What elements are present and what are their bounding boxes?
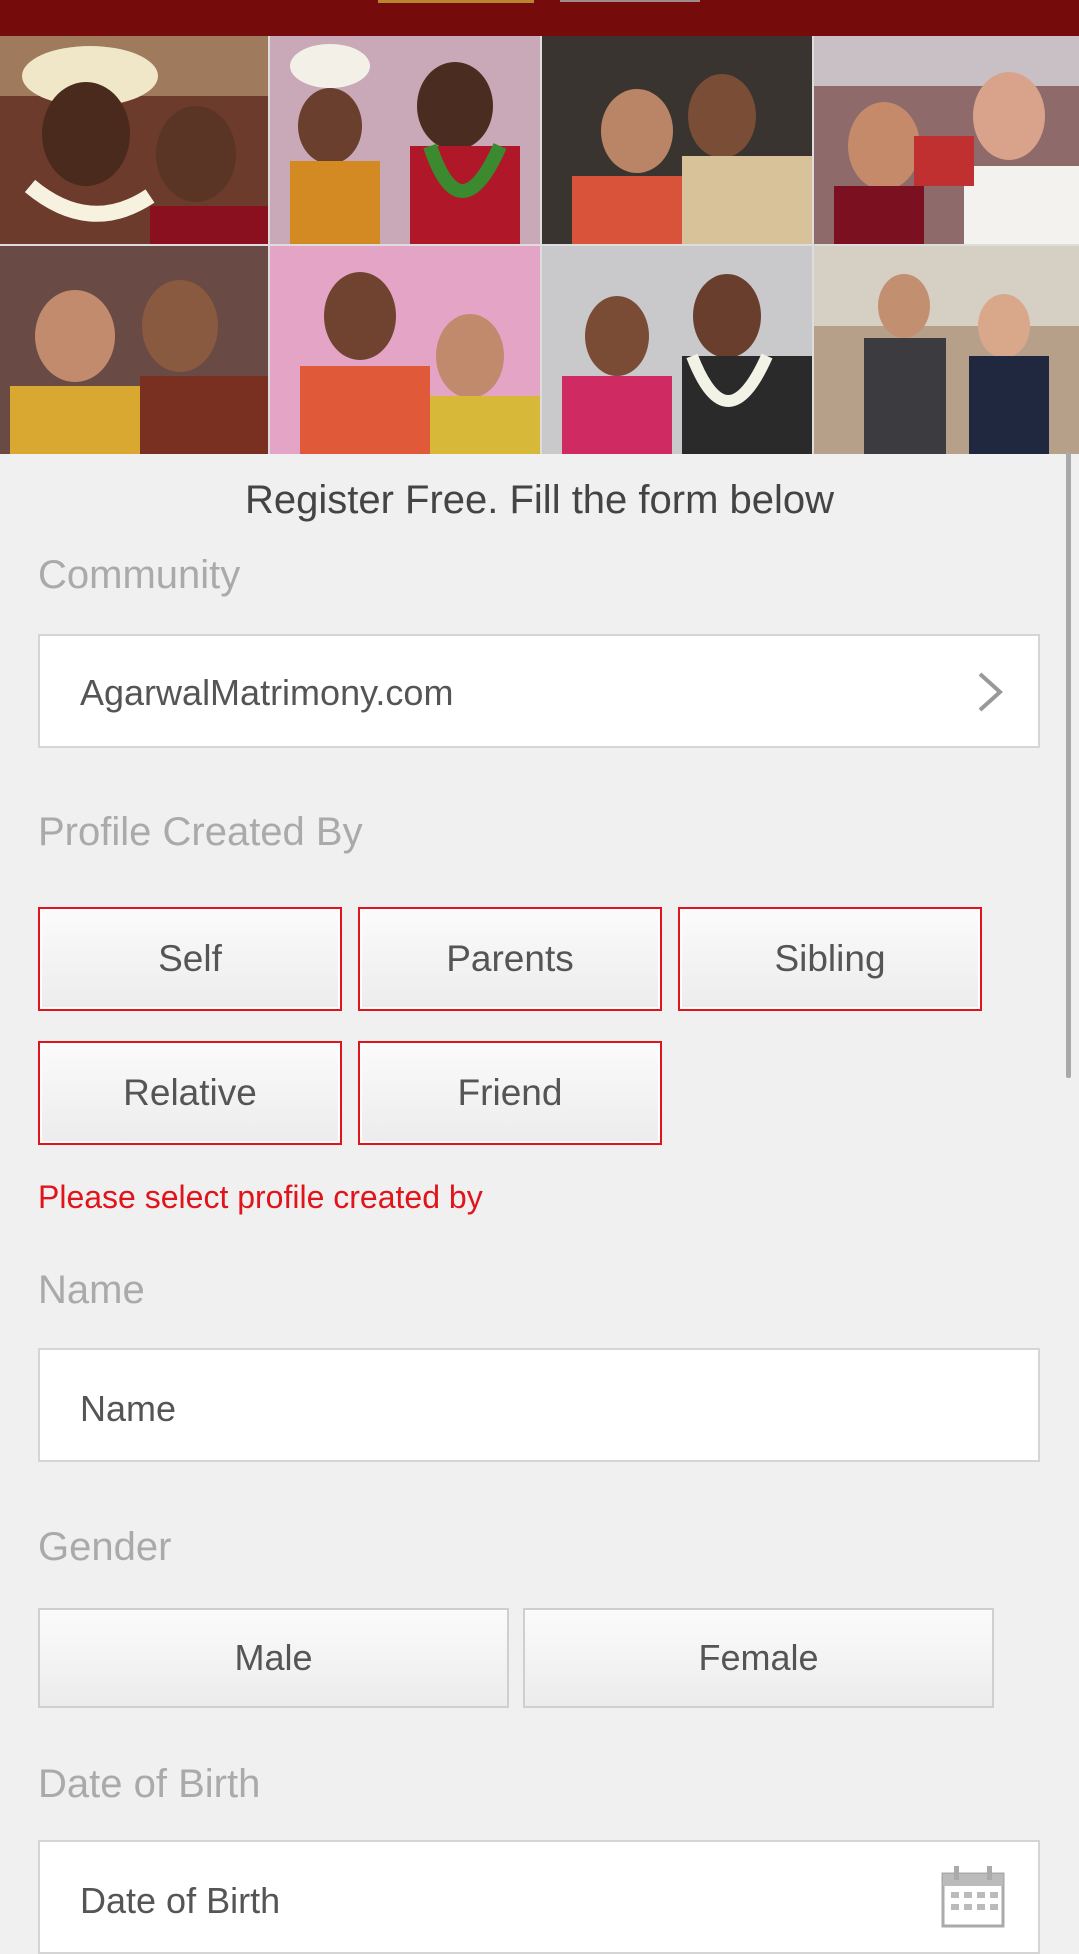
couple-photo-7 <box>542 246 812 454</box>
dob-label: Date of Birth <box>38 1762 261 1806</box>
gender-label: Gender <box>38 1525 172 1569</box>
app-header-bar <box>0 0 1079 36</box>
couple-photo-8 <box>814 246 1079 454</box>
couple-photo-6 <box>270 246 540 454</box>
calendar-icon[interactable] <box>940 1864 1006 1928</box>
gender-option-female[interactable]: Female <box>523 1608 994 1708</box>
profile-created-by-label: Profile Created By <box>38 810 363 854</box>
couple-photo-2 <box>270 36 540 244</box>
profile-option-relative[interactable]: Relative <box>38 1041 342 1145</box>
profile-option-parents[interactable]: Parents <box>358 907 662 1011</box>
name-input[interactable]: Name <box>38 1348 1040 1462</box>
profile-created-by-error: Please select profile created by <box>38 1179 483 1215</box>
community-label: Community <box>38 553 241 597</box>
profile-option-self[interactable]: Self <box>38 907 342 1011</box>
gender-option-male[interactable]: Male <box>38 1608 509 1708</box>
community-select[interactable]: AgarwalMatrimony.com <box>38 634 1040 748</box>
couples-photo-collage <box>0 36 1079 454</box>
dob-placeholder: Date of Birth <box>80 1880 281 1921</box>
couple-photo-1 <box>0 36 268 244</box>
couple-photo-5 <box>0 246 268 454</box>
chevron-right-icon <box>978 672 1003 712</box>
community-value: AgarwalMatrimony.com <box>80 672 454 713</box>
logo-fragment-2 <box>560 0 700 2</box>
couple-photo-4 <box>814 36 1079 244</box>
form-title: Register Free. Fill the form below <box>244 478 835 522</box>
name-label: Name <box>38 1268 145 1312</box>
scrollbar[interactable] <box>1066 452 1071 1078</box>
couple-photo-3 <box>542 36 812 244</box>
dob-input[interactable]: Date of Birth <box>38 1840 1040 1954</box>
profile-option-sibling[interactable]: Sibling <box>678 907 982 1011</box>
profile-option-friend[interactable]: Friend <box>358 1041 662 1145</box>
logo-fragment <box>378 0 534 3</box>
name-placeholder: Name <box>80 1388 177 1429</box>
